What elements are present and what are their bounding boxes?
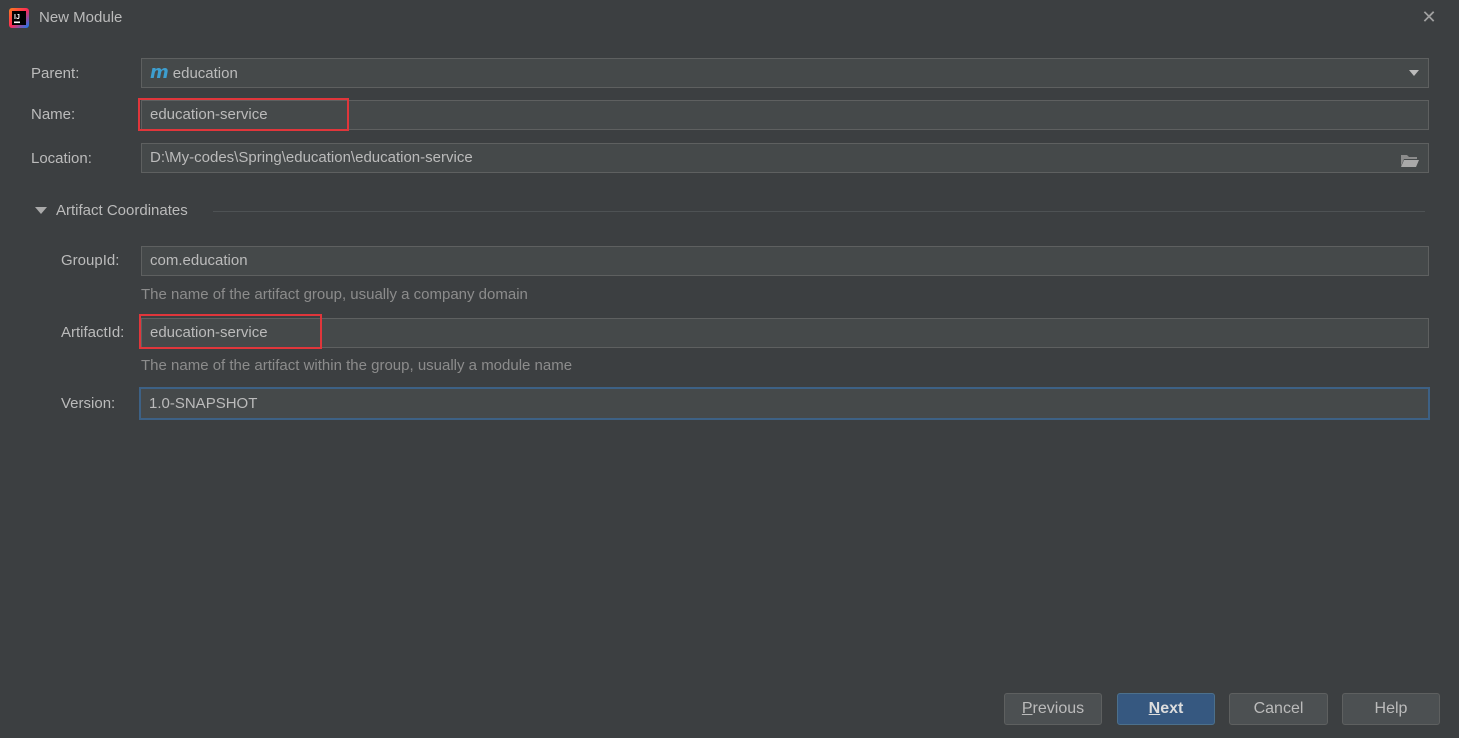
location-label: Location: [31,150,92,167]
parent-select[interactable]: m education [141,58,1429,88]
parent-select-value: education [172,65,238,82]
parent-label: Parent: [31,65,80,82]
artifactid-field[interactable]: education-service [141,318,1429,348]
section-divider [213,211,1425,212]
intellij-logo-icon: IJ [9,8,29,28]
groupid-field[interactable]: com.education [141,246,1429,276]
next-mnemonic: N [1148,700,1161,717]
artifactid-label: ArtifactId: [61,324,125,341]
title-bar [0,0,1459,38]
name-label: Name: [31,106,76,123]
name-field[interactable]: education-service [141,100,1429,130]
version-field[interactable]: 1.0-SNAPSHOT [139,387,1430,420]
folder-icon[interactable] [1400,150,1420,178]
next-label: ext [1160,700,1184,717]
collapse-triangle-icon[interactable] [34,203,48,221]
groupid-hint: The name of the artifact group, usually … [141,286,528,303]
location-field-value: D:\My-codes\Spring\education\education-s… [150,149,473,166]
close-icon[interactable]: ✕ [1418,6,1440,28]
chevron-down-icon [1408,59,1420,97]
window-title: New Module [39,9,123,26]
version-label: Version: [61,395,116,412]
location-field[interactable]: D:\My-codes\Spring\education\education-s… [141,143,1429,173]
cancel-button[interactable]: Cancel [1229,693,1328,725]
previous-button[interactable]: Previous [1004,693,1102,725]
help-button[interactable]: Help [1342,693,1440,725]
previous-mnemonic: P [1021,700,1033,717]
artifactid-hint: The name of the artifact within the grou… [141,357,573,374]
maven-m-icon: m [150,62,169,83]
next-button[interactable]: Next [1117,693,1215,725]
groupid-label: GroupId: [61,252,120,269]
svg-text:IJ: IJ [14,14,20,21]
previous-label: revious [1032,700,1085,717]
artifact-section-title[interactable]: Artifact Coordinates [56,202,188,219]
